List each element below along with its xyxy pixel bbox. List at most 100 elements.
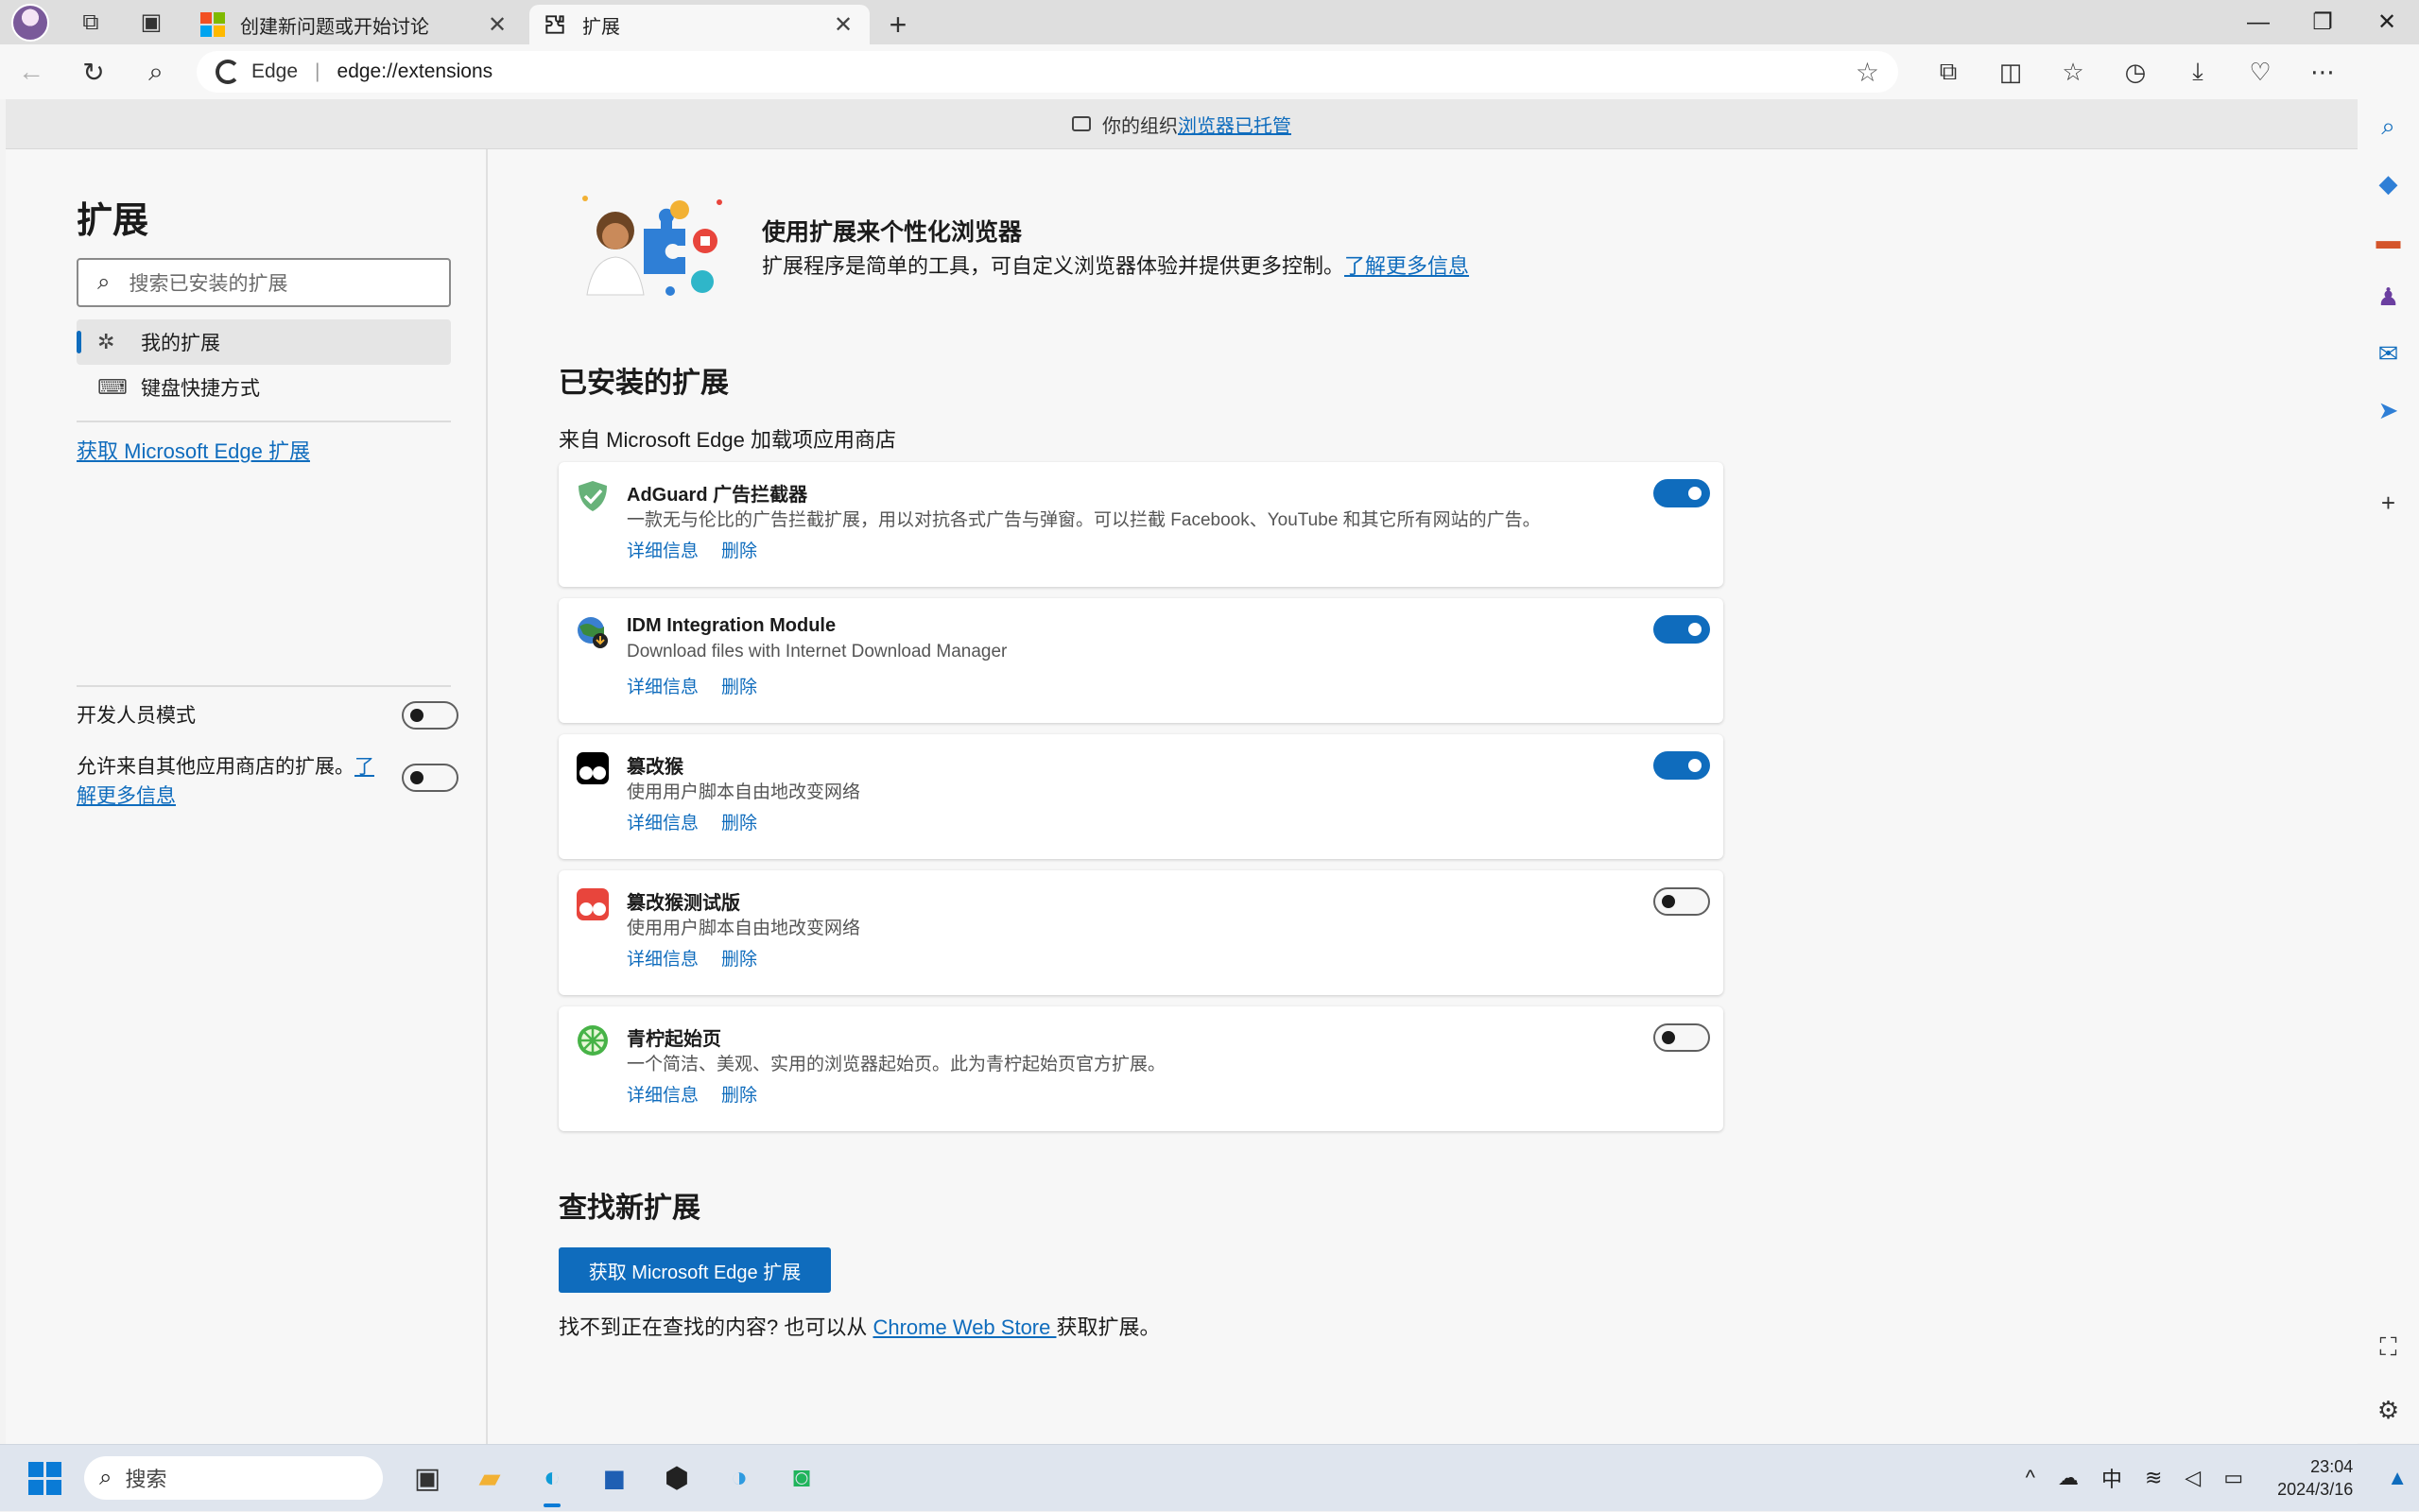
back-icon[interactable]: ← [0,44,62,99]
games-icon[interactable]: ♟ [2358,269,2419,324]
onedrive-icon[interactable]: ☁ [2058,1466,2079,1490]
minimize-icon[interactable]: — [2226,0,2290,44]
extension-toggle[interactable] [1653,1023,1710,1052]
details-link[interactable]: 详细信息 [627,809,699,834]
screenshot-icon[interactable]: ⛶ [2358,1320,2419,1375]
tampermonkey-beta-icon [577,888,609,920]
outlook-icon[interactable]: ✉ [2358,326,2419,381]
lime-icon [578,1025,608,1056]
extension-card-tampermonkey: 篡改猴 使用用户脚本自由地改变网络 详细信息 删除 [559,734,1723,859]
refresh-icon[interactable]: ↻ [62,44,125,99]
send-icon[interactable]: ➤ [2358,383,2419,438]
divider [77,421,451,422]
wechat-icon[interactable]: ◙ [770,1447,833,1509]
get-edge-extensions-button[interactable]: 获取 Microsoft Edge 扩展 [559,1247,831,1293]
restore-icon[interactable]: ❐ [2290,0,2355,44]
add-icon[interactable]: + [2358,475,2419,530]
settings-gear-icon[interactable]: ⚙ [2358,1383,2419,1437]
search-icon[interactable]: ⌕ [2358,99,2419,154]
history-icon[interactable]: ◷ [2104,44,2167,99]
start-button[interactable] [28,1461,61,1495]
favorites-icon[interactable]: ☆ [2042,44,2104,99]
managed-banner: 你的组织 浏览器已托管 [6,99,2358,149]
remove-link[interactable]: 删除 [721,673,757,698]
tab-actions-icon[interactable]: ▣ [121,0,181,44]
edge-icon [216,60,240,84]
file-explorer-icon[interactable]: ▰ [458,1447,521,1509]
remove-link[interactable]: 删除 [721,809,757,834]
details-link[interactable]: 详细信息 [627,673,699,698]
more-options-icon[interactable]: ⋯ [2291,44,2354,99]
footer-prefix: 找不到正在查找的内容? 也可以从 [559,1315,873,1339]
idm-taskbar-icon[interactable]: ◑ [708,1447,770,1509]
extensions-sidebar: 扩展 ⌕ 搜索已安装的扩展 ✲ 我的扩展 ⌨ 键盘快捷方式 获取 Microso… [6,149,488,1444]
close-tab-icon[interactable]: ✕ [830,11,856,39]
extension-toggle[interactable] [1653,751,1710,780]
extension-description: 一款无与伦比的广告拦截扩展，用以对抗各式广告与弹窗。可以拦截 Facebook、… [627,510,1541,530]
sidebar-item-my-extensions[interactable]: ✲ 我的扩展 [77,319,451,365]
chevron-up-icon[interactable]: ^ [2026,1466,2035,1490]
favorite-star-icon[interactable]: ☆ [1856,57,1879,88]
tab-extensions[interactable]: 扩展 ✕ [529,5,870,44]
chrome-web-store-link[interactable]: Chrome Web Store [873,1315,1056,1339]
notification-bell-icon[interactable]: ▲ [2387,1466,2408,1490]
extension-links: 详细信息 删除 [627,537,757,562]
find-new-title: 查找新扩展 [559,1193,700,1224]
store-icon[interactable]: ◼ [583,1447,646,1509]
close-window-icon[interactable]: ✕ [2355,0,2419,44]
other-stores-toggle[interactable] [402,764,458,792]
taskbar-search-placeholder: 搜索 [125,1468,167,1491]
other-stores-label: 允许来自其他应用商店的扩展。 [77,756,354,778]
address-bar[interactable]: Edge | edge://extensions ☆ [197,51,1898,93]
extension-links: 详细信息 删除 [627,809,757,834]
hero-learn-more-link[interactable]: 了解更多信息 [1344,254,1469,278]
extension-toggle[interactable] [1653,887,1710,916]
shopping-tag-icon[interactable]: ◆ [2358,156,2419,211]
divider [77,685,451,687]
edge-taskbar-icon[interactable]: ◐ [521,1447,583,1509]
footer-suffix: 获取扩展。 [1056,1315,1161,1339]
new-tab-button[interactable]: + [870,5,926,44]
details-link[interactable]: 详细信息 [627,537,699,562]
extensions-icon[interactable]: ⧉ [1917,44,1979,99]
details-link[interactable]: 详细信息 [627,945,699,971]
other-stores-text: 允许来自其他应用商店的扩展。了解更多信息 [77,752,379,811]
profile-button[interactable] [0,0,60,44]
workspaces-icon[interactable]: ⧉ [60,0,121,44]
developer-mode-toggle[interactable] [402,701,458,730]
extension-toggle[interactable] [1653,615,1710,644]
task-view-icon[interactable]: ▣ [396,1447,458,1509]
wifi-icon[interactable]: ≋ [2145,1466,2162,1490]
browser-essentials-icon[interactable]: ♡ [2229,44,2291,99]
ime-indicator[interactable]: 中 [2101,1463,2122,1493]
microsoft-logo-icon [200,12,225,37]
search-installed-input[interactable]: ⌕ 搜索已安装的扩展 [77,258,451,307]
downloads-icon[interactable]: ⤓ [2167,44,2229,99]
puzzle-icon: ✲ [97,330,115,353]
remove-link[interactable]: 删除 [721,537,757,562]
installed-title: 已安装的扩展 [559,368,729,399]
close-tab-icon[interactable]: ✕ [484,11,510,39]
extension-toggle[interactable] [1653,479,1710,507]
get-extensions-link[interactable]: 获取 Microsoft Edge 扩展 [77,435,310,465]
sidebar-item-keyboard-shortcuts[interactable]: ⌨ 键盘快捷方式 [77,365,451,410]
battery-icon[interactable]: ▭ [2223,1466,2243,1490]
remove-link[interactable]: 删除 [721,1081,757,1107]
banner-text: 你的组织 [1102,115,1178,137]
tools-icon[interactable]: ▬ [2358,213,2419,267]
search-icon[interactable]: ⌕ [125,44,187,99]
clock[interactable]: 23:04 2024/3/16 [2266,1455,2364,1501]
divider: | [315,60,320,82]
page-title: 扩展 [77,201,149,241]
remove-link[interactable]: 删除 [721,945,757,971]
volume-icon[interactable]: ◁ [2185,1466,2201,1490]
url-text[interactable]: edge://extensions [337,60,1856,83]
tab-github[interactable]: 创建新问题或开始讨论 ✕ [187,5,524,44]
managed-link[interactable]: 浏览器已托管 [1178,111,1291,138]
system-tray: ^ ☁ 中 ≋ ◁ ▭ 23:04 2024/3/16 ▲ [2014,1445,2419,1512]
app-icon[interactable]: ⬢ [646,1447,708,1509]
details-link[interactable]: 详细信息 [627,1081,699,1107]
split-screen-icon[interactable]: ◫ [1979,44,2042,99]
taskbar-search[interactable]: ⌕ 搜索 [84,1456,383,1500]
hero-description: 扩展程序是简单的工具，可自定义浏览器体验并提供更多控制。了解更多信息 [762,249,1469,280]
